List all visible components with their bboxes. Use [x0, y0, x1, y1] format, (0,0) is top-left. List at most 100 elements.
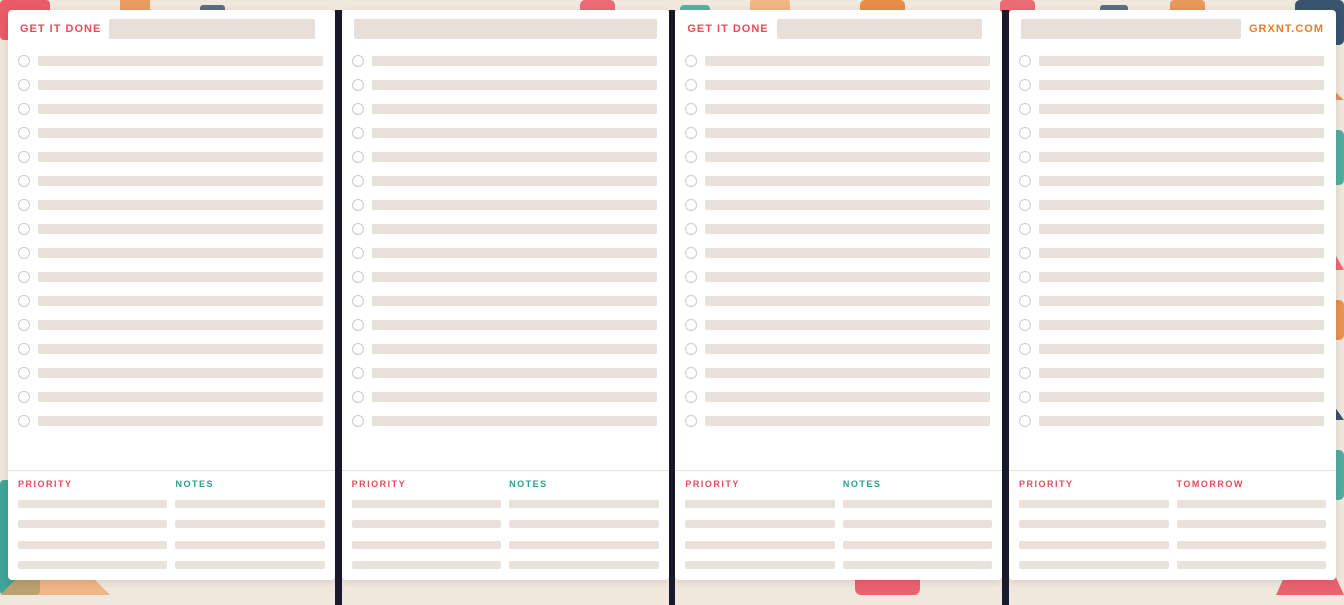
- checklist-item: [352, 146, 657, 168]
- circle-bullet: [685, 127, 697, 139]
- checklist-item: [18, 386, 323, 408]
- circle-bullet: [685, 391, 697, 403]
- list-line: [372, 320, 657, 330]
- list-line: [372, 416, 657, 426]
- tomorrow-box-4: TOMORROW: [1177, 479, 1326, 572]
- card-2-header: [342, 10, 669, 46]
- checklist-4: [1009, 46, 1336, 470]
- checklist-item: [1019, 314, 1324, 336]
- main-layout: GET IT DONE PRIORITY NOTES: [0, 0, 1344, 595]
- checklist-item: [18, 194, 323, 216]
- bottom-2: PRIORITY NOTES: [342, 470, 669, 580]
- circle-bullet: [18, 415, 30, 427]
- checklist-item: [352, 410, 657, 432]
- checklist-item: [352, 314, 657, 336]
- checklist-item: [1019, 290, 1324, 312]
- circle-bullet: [352, 391, 364, 403]
- circle-bullet: [352, 367, 364, 379]
- checklist-item: [685, 314, 990, 336]
- checklist-item: [18, 266, 323, 288]
- notes-lines-2: [509, 497, 658, 572]
- priority-lines-3: [685, 497, 834, 572]
- list-line: [705, 344, 990, 354]
- nline: [509, 520, 658, 528]
- priority-box-4: PRIORITY: [1019, 479, 1168, 572]
- list-line: [705, 296, 990, 306]
- checklist-item: [685, 242, 990, 264]
- circle-bullet: [18, 295, 30, 307]
- checklist-item: [685, 266, 990, 288]
- list-line: [38, 152, 323, 162]
- circle-bullet: [352, 295, 364, 307]
- checklist-item: [685, 50, 990, 72]
- checklist-item: [1019, 146, 1324, 168]
- checklist-item: [685, 386, 990, 408]
- list-line: [372, 200, 657, 210]
- pline: [352, 520, 501, 528]
- list-line: [705, 224, 990, 234]
- bottom-3: PRIORITY NOTES: [675, 470, 1002, 580]
- tomorrow-label-4: TOMORROW: [1177, 479, 1326, 489]
- circle-bullet: [685, 319, 697, 331]
- circle-bullet: [352, 175, 364, 187]
- planner-card-2: PRIORITY NOTES: [342, 10, 669, 580]
- card-3-header: GET IT DONE: [675, 10, 1002, 46]
- bottom-1: PRIORITY NOTES: [8, 470, 335, 580]
- priority-label-1: PRIORITY: [18, 479, 167, 489]
- list-line: [1039, 416, 1324, 426]
- checklist-item: [1019, 122, 1324, 144]
- list-line: [705, 104, 990, 114]
- list-line: [1039, 176, 1324, 186]
- list-line: [705, 272, 990, 282]
- list-line: [372, 80, 657, 90]
- circle-bullet: [1019, 79, 1031, 91]
- checklist-item: [352, 386, 657, 408]
- brand-left-3: GET IT DONE: [687, 23, 768, 35]
- list-line: [1039, 200, 1324, 210]
- list-line: [38, 368, 323, 378]
- circle-bullet: [1019, 295, 1031, 307]
- header-bar-4: [1021, 19, 1241, 39]
- list-line: [705, 392, 990, 402]
- circle-bullet: [352, 79, 364, 91]
- checklist-item: [352, 266, 657, 288]
- card-4-header: GRXNT.COM: [1009, 10, 1336, 46]
- circle-bullet: [1019, 391, 1031, 403]
- priority-lines-1: [18, 497, 167, 572]
- circle-bullet: [352, 247, 364, 259]
- circle-bullet: [18, 127, 30, 139]
- circle-bullet: [1019, 247, 1031, 259]
- header-bar-3: [777, 19, 983, 39]
- circle-bullet: [1019, 103, 1031, 115]
- checklist-item: [1019, 74, 1324, 96]
- circle-bullet: [18, 79, 30, 91]
- notes-box-2: NOTES: [509, 479, 658, 572]
- tline: [1177, 561, 1326, 569]
- list-line: [372, 104, 657, 114]
- pline: [18, 520, 167, 528]
- priority-label-3: PRIORITY: [685, 479, 834, 489]
- circle-bullet: [18, 319, 30, 331]
- checklist-item: [1019, 266, 1324, 288]
- circle-bullet: [18, 247, 30, 259]
- circle-bullet: [1019, 127, 1031, 139]
- list-line: [705, 248, 990, 258]
- circle-bullet: [685, 199, 697, 211]
- list-line: [1039, 368, 1324, 378]
- checklist-item: [685, 194, 990, 216]
- circle-bullet: [685, 295, 697, 307]
- notes-label-3: NOTES: [843, 479, 992, 489]
- nline: [175, 541, 324, 549]
- checklist-item: [18, 146, 323, 168]
- checklist-2: [342, 46, 669, 470]
- priority-box-3: PRIORITY: [685, 479, 834, 572]
- checklist-item: [1019, 50, 1324, 72]
- checklist-item: [1019, 194, 1324, 216]
- list-line: [372, 56, 657, 66]
- priority-lines-2: [352, 497, 501, 572]
- circle-bullet: [18, 55, 30, 67]
- notes-lines-3: [843, 497, 992, 572]
- checklist-item: [685, 218, 990, 240]
- checklist-item: [352, 338, 657, 360]
- list-line: [1039, 80, 1324, 90]
